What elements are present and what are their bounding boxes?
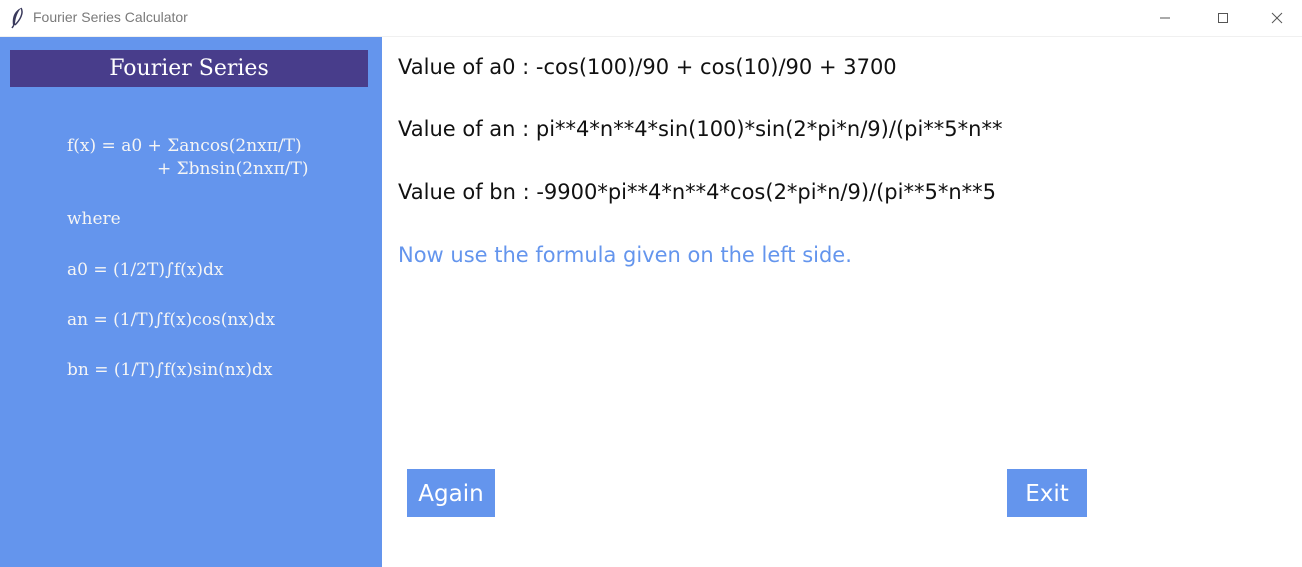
window-title: Fourier Series Calculator <box>33 9 188 25</box>
bn-formula: bn = (1/T)∫f(x)sin(nx)dx <box>67 360 273 380</box>
feather-icon <box>8 7 26 29</box>
results-panel: Value of a0 : -cos(100)/90 + cos(10)/90 … <box>382 37 1087 567</box>
an-result: Value of an : pi**4*n**4*sin(100)*sin(2*… <box>398 117 1003 141</box>
instruction-text: Now use the formula given on the left si… <box>398 243 852 267</box>
minimize-icon <box>1160 17 1170 19</box>
formula-sidebar: Fourier Series f(x) = a0 + Σancos(2nxπ/T… <box>0 37 382 567</box>
maximize-button[interactable] <box>1194 0 1252 36</box>
minimize-button[interactable] <box>1136 0 1194 36</box>
maximize-icon <box>1218 13 1228 23</box>
exit-button[interactable]: Exit <box>1007 469 1087 517</box>
fourier-formula-line2: + Σbnsin(2nxπ/T) <box>157 159 309 179</box>
a0-formula: a0 = (1/2T)∫f(x)dx <box>67 260 224 280</box>
fourier-formula-line1: f(x) = a0 + Σancos(2nxπ/T) <box>67 136 302 156</box>
sidebar-header: Fourier Series <box>10 50 368 87</box>
again-button[interactable]: Again <box>407 469 495 517</box>
bn-result: Value of bn : -9900*pi**4*n**4*cos(2*pi*… <box>398 180 996 204</box>
an-formula: an = (1/T)∫f(x)cos(nx)dx <box>67 310 276 330</box>
a0-result: Value of a0 : -cos(100)/90 + cos(10)/90 … <box>398 55 897 79</box>
close-button[interactable] <box>1252 0 1302 36</box>
title-bar: Fourier Series Calculator <box>0 0 1302 37</box>
where-label: where <box>67 209 121 229</box>
close-icon <box>1271 12 1283 24</box>
